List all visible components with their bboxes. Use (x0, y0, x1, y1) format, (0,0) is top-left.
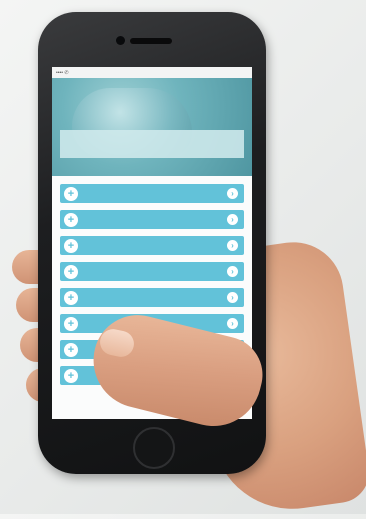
plus-icon: + (64, 238, 78, 253)
plus-icon: + (64, 212, 78, 227)
hero-title-box (60, 130, 244, 158)
hero-banner (52, 78, 252, 176)
plus-icon: + (64, 264, 78, 279)
earpiece-speaker (130, 38, 172, 44)
chevron-right-icon: › (227, 188, 238, 199)
status-bar: •••• ✆ (52, 67, 252, 78)
home-button[interactable] (133, 427, 175, 469)
plus-icon: + (64, 186, 78, 201)
menu-item[interactable]: + › (60, 184, 244, 203)
plus-icon: + (64, 316, 78, 331)
chevron-right-icon: › (227, 318, 238, 329)
plus-icon: + (64, 342, 78, 357)
menu-item[interactable]: + › (60, 236, 244, 255)
chevron-right-icon: › (227, 266, 238, 277)
status-carrier: •••• ✆ (56, 69, 69, 76)
chevron-right-icon: › (227, 292, 238, 303)
photo-scene: •••• ✆ + › + › + › + › + › + › + + (0, 0, 366, 519)
menu-item[interactable]: + › (60, 210, 244, 229)
chevron-right-icon: › (227, 240, 238, 251)
plus-icon: + (64, 368, 78, 383)
menu-item[interactable]: + › (60, 288, 244, 307)
plus-icon: + (64, 290, 78, 305)
menu-item[interactable]: + › (60, 262, 244, 281)
front-camera (116, 36, 125, 45)
chevron-right-icon: › (227, 214, 238, 225)
